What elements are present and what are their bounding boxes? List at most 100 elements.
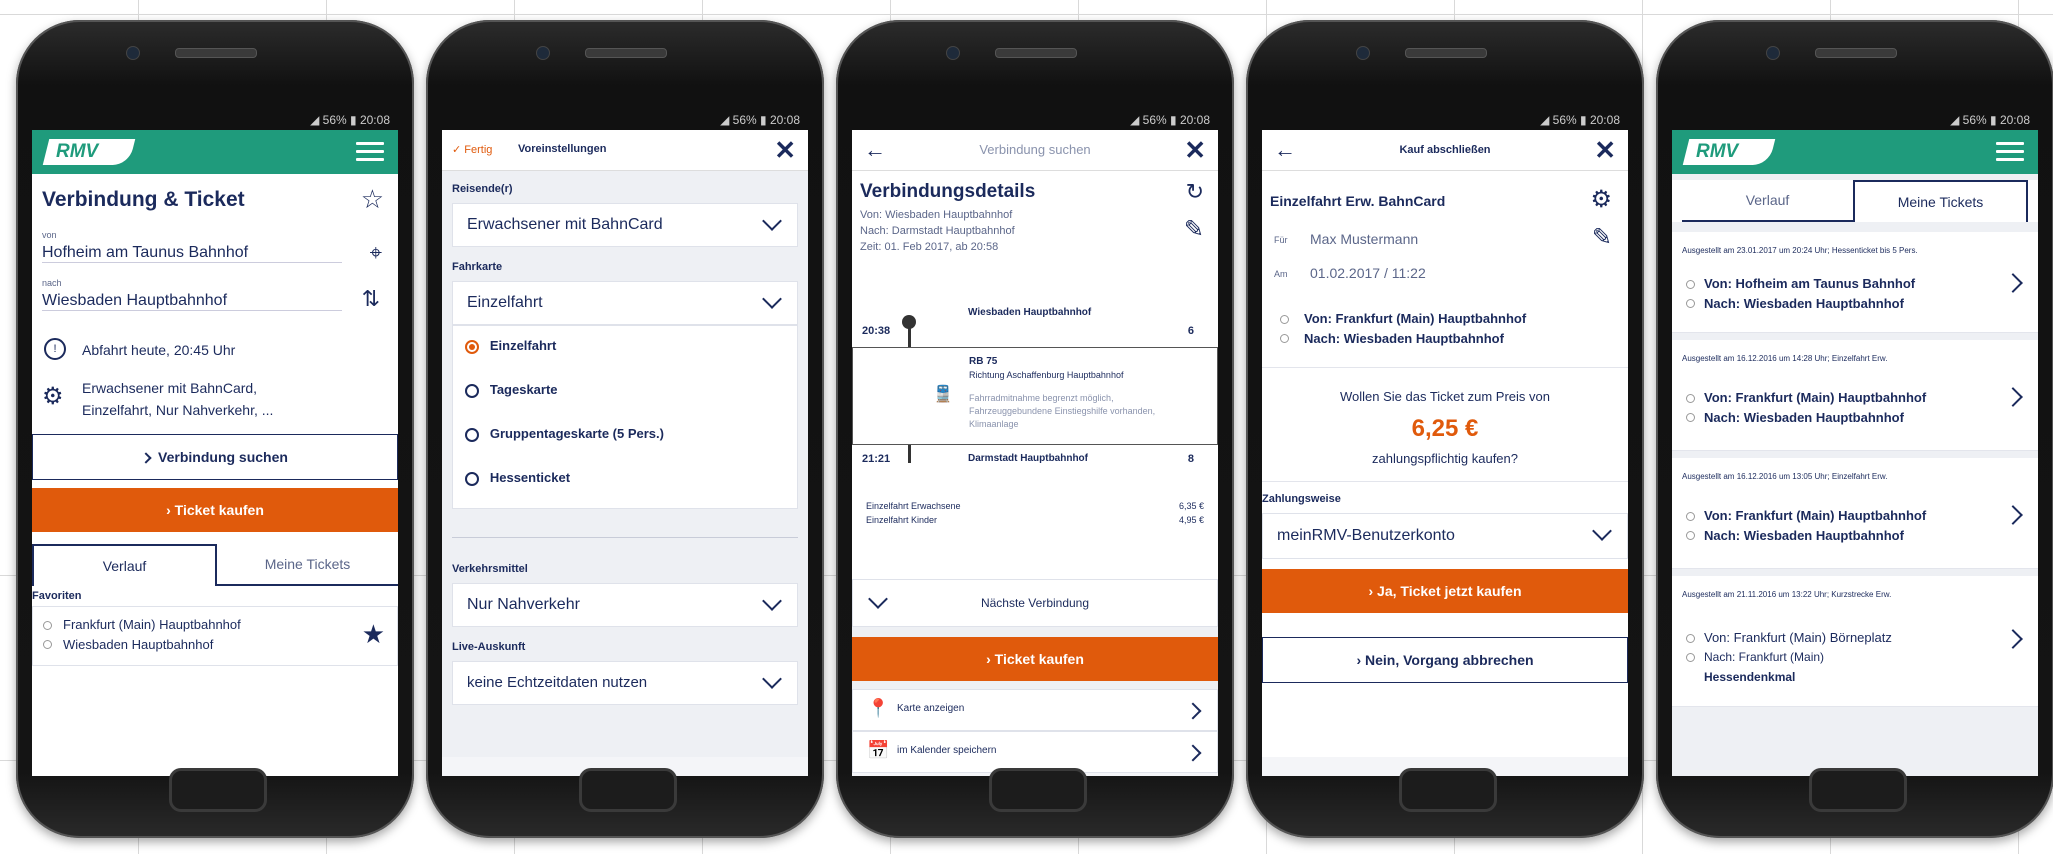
next-connection-button[interactable]: Nächste Verbindung (852, 579, 1218, 627)
speaker (1405, 48, 1487, 58)
price-child: 4,95 € (1178, 515, 1204, 525)
ticket-to: Nach: Wiesbaden Hauptbahnhof (1704, 410, 1904, 425)
confirm-purchase-button[interactable]: › Ja, Ticket jetzt kaufen (1262, 569, 1628, 613)
favorite-item[interactable]: Frankfurt (Main) Hauptbahnhof Wiesbaden … (32, 606, 398, 666)
home-button[interactable] (1399, 768, 1497, 812)
swap-icon[interactable]: ⇅ (362, 286, 380, 312)
fare-option-hessenticket[interactable]: Hessenticket (465, 470, 570, 486)
chevron-down-icon (762, 211, 782, 231)
tab-my-tickets[interactable]: Meine Tickets (217, 544, 398, 586)
page-title: Verbindungsdetails (860, 181, 1036, 202)
status-bar: ◢ 56% ▮ 20:08 (32, 110, 398, 130)
done-button[interactable]: ✓ Fertig (452, 143, 492, 156)
star-icon[interactable]: ☆ (361, 184, 384, 215)
transport-select[interactable]: Nur Nahverkehr (452, 583, 798, 627)
rmv-logo: RMV (1682, 139, 1776, 165)
ticket-row[interactable]: Ausgestellt am 16.12.2016 um 13:05 Uhr; … (1672, 458, 2038, 569)
page-title: Verbindung & Ticket (42, 188, 245, 211)
tab-history[interactable]: Verlauf (1682, 180, 1853, 222)
ticket-from: Von: Hofheim am Taunus Bahnhof (1704, 276, 1916, 291)
home-button[interactable] (989, 768, 1087, 812)
ticket-row[interactable]: Ausgestellt am 23.01.2017 um 20:24 Uhr; … (1672, 232, 2038, 333)
home-button[interactable] (1809, 768, 1907, 812)
menu-icon[interactable] (356, 142, 384, 162)
fare-option-gruppentageskarte[interactable]: Gruppentageskarte (5 Pers.) (465, 426, 664, 442)
fare-option-einzelfahrt[interactable]: Einzelfahrt (465, 338, 556, 354)
passenger-name: Max Mustermann (1310, 231, 1419, 247)
ticket-to: Nach: Frankfurt (Main) (1704, 650, 1825, 664)
clock-icon: ! (44, 338, 66, 360)
divider (452, 537, 798, 538)
to-field[interactable]: Wiesbaden Hauptbahnhof (42, 292, 342, 311)
close-icon[interactable]: ✕ (1594, 130, 1616, 170)
home-button[interactable] (169, 768, 267, 812)
fare-option-tageskarte[interactable]: Tageskarte (465, 382, 558, 398)
price: 6,25 € (1411, 415, 1479, 442)
payment-select[interactable]: meinRMV-Benutzerkonto (1262, 513, 1628, 559)
ticket-type: Einzelfahrt Erw. BahnCard (1270, 193, 1446, 209)
edit-icon[interactable]: ✎ (1184, 215, 1204, 244)
camera (1766, 46, 1780, 60)
favorite-from: Frankfurt (Main) Hauptbahnhof (63, 617, 241, 632)
ticket-meta: Ausgestellt am 23.01.2017 um 20:24 Uhr; … (1682, 246, 1918, 255)
live-select[interactable]: keine Echtzeitdaten nutzen (452, 661, 798, 705)
for-label: Für (1274, 235, 1288, 245)
ticket-meta: Ausgestellt am 16.12.2016 um 14:28 Uhr; … (1682, 354, 1888, 363)
close-icon[interactable]: ✕ (774, 130, 796, 170)
fare-select[interactable]: Einzelfahrt (452, 281, 798, 325)
cancel-purchase-button[interactable]: › Nein, Vorgang abbrechen (1262, 637, 1628, 683)
tab-my-tickets[interactable]: Meine Tickets (1853, 180, 2028, 222)
phone-1: ◢ 56% ▮ 20:08 RMV Verbindung & Ticket ☆ … (16, 20, 414, 838)
ticket-row[interactable]: Ausgestellt am 16.12.2016 um 14:28 Uhr; … (1672, 340, 2038, 451)
phone-2: ◢ 56% ▮ 20:08 ✓ Fertig Voreinstellungen … (426, 20, 824, 838)
train-note: Fahrradmitnahme begrenzt möglich, Fahrze… (969, 393, 1156, 429)
home-button[interactable] (579, 768, 677, 812)
fare-options: Einzelfahrt Tageskarte Gruppentageskarte… (452, 325, 798, 509)
departure-track: 6 (1187, 325, 1194, 337)
settings-line-2[interactable]: Einzelfahrt, Nur Nahverkehr, ... (82, 402, 273, 418)
tab-history[interactable]: Verlauf (32, 544, 217, 586)
departure-text[interactable]: Abfahrt heute, 20:45 Uhr (82, 342, 235, 358)
train-name: RB 75 (969, 356, 998, 367)
settings-icon[interactable]: ⚙ (1590, 185, 1612, 214)
close-icon[interactable]: ✕ (1184, 130, 1206, 170)
train-direction: Richtung Aschaffenburg Hauptbahnhof (969, 370, 1124, 380)
train-segment[interactable]: RB 75 Richtung Aschaffenburg Hauptbahnho… (852, 347, 1218, 445)
phone-4: ◢ 56% ▮ 20:08 ← Kauf abschließen ✕ Einze… (1246, 20, 1644, 838)
timeline-start-dot (902, 315, 916, 329)
buy-ticket-button[interactable]: › Ticket kaufen (32, 488, 398, 532)
to-label: nach (42, 278, 62, 288)
refresh-icon[interactable]: ↻ (1186, 179, 1204, 205)
ticket-row[interactable]: Ausgestellt am 21.11.2016 um 13:22 Uhr; … (1672, 576, 2038, 707)
ticket-meta: Ausgestellt am 21.11.2016 um 13:22 Uhr; … (1682, 590, 1892, 599)
menu-icon[interactable] (1996, 142, 2024, 162)
route-from: Von: Frankfurt (Main) Hauptbahnhof (1304, 311, 1527, 326)
buy-ticket-button[interactable]: › Ticket kaufen (852, 637, 1218, 681)
speaker (175, 48, 257, 58)
chevron-down-icon (762, 591, 782, 611)
settings-line-1[interactable]: Erwachsener mit BahnCard, (82, 380, 257, 396)
from-field[interactable]: Hofheim am Taunus Bahnhof (42, 244, 342, 263)
screen-preferences: ◢ 56% ▮ 20:08 ✓ Fertig Voreinstellungen … (442, 110, 808, 776)
edit-icon[interactable]: ✎ (1592, 223, 1612, 252)
locate-icon[interactable]: ⌖ (370, 240, 382, 266)
favorite-to: Wiesbaden Hauptbahnhof (63, 637, 214, 652)
save-calendar-row[interactable]: 📅 im Kalender speichern (852, 731, 1218, 773)
header-title: Voreinstellungen (518, 143, 607, 155)
ticket-to: Nach: Wiesbaden Hauptbahnhof (1704, 528, 1904, 543)
date-label: Am (1274, 269, 1288, 279)
price-adult-label: Einzelfahrt Erwachsene (866, 501, 961, 511)
show-map-row[interactable]: 📍 Karte anzeigen (852, 689, 1218, 731)
phone-5: ◢ 56% ▮ 20:08 RMV Verlauf Meine Tickets … (1656, 20, 2053, 838)
route-from: Von: Wiesbaden Hauptbahnhof (860, 209, 1013, 221)
camera (126, 46, 140, 60)
chevron-right-icon (2003, 273, 2023, 293)
screen-my-tickets: ◢ 56% ▮ 20:08 RMV Verlauf Meine Tickets … (1672, 110, 2038, 776)
map-pin-icon: 📍 (867, 698, 890, 718)
app-bar: RMV (32, 130, 398, 174)
travelers-select[interactable]: Erwachsener mit BahnCard (452, 203, 798, 247)
favorite-star-icon[interactable]: ★ (362, 619, 385, 650)
price-adult: 6,35 € (1178, 501, 1204, 511)
camera (946, 46, 960, 60)
search-connection-button[interactable]: Verbindung suchen (32, 434, 398, 480)
